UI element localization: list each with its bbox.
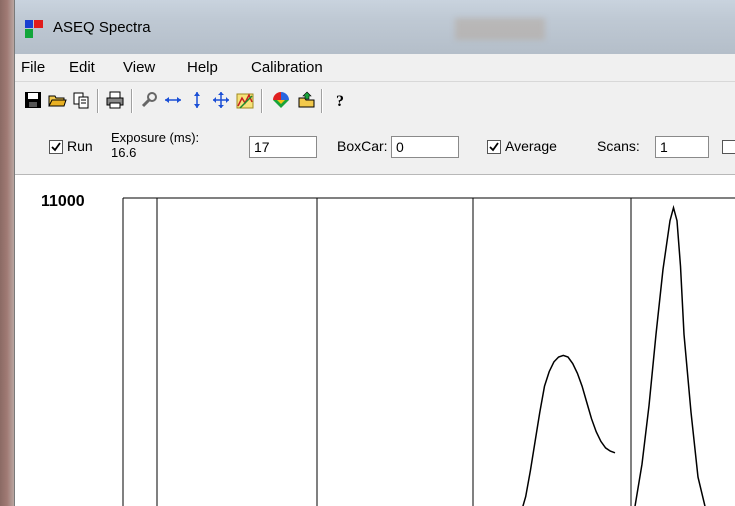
- exposure-label: Exposure (ms):: [111, 130, 200, 145]
- open-folder-icon[interactable]: [47, 90, 67, 110]
- run-label: Run: [67, 138, 93, 154]
- acquisition-controls: Run Exposure (ms): 16.6 BoxCar: Average …: [15, 120, 735, 175]
- folder-open-icon[interactable]: [297, 90, 317, 110]
- copy-icon[interactable]: [71, 90, 91, 110]
- title-bar[interactable]: ASEQ Spectra: [15, 0, 735, 54]
- autoscale-icon[interactable]: [235, 90, 255, 110]
- save-icon[interactable]: [23, 90, 43, 110]
- app-window: ASEQ Spectra File Edit View Help Calibra…: [14, 0, 735, 506]
- spectrum-series-1: [522, 354, 616, 506]
- average-checkbox[interactable]: [487, 140, 501, 154]
- wrench-icon[interactable]: [139, 90, 159, 110]
- run-checkbox[interactable]: [49, 140, 63, 154]
- scans-label: Scans:: [597, 138, 640, 154]
- window-title: ASEQ Spectra: [53, 19, 151, 36]
- app-logo-icon: [25, 20, 43, 38]
- menu-calibration[interactable]: Calibration: [251, 59, 323, 76]
- exposure-input[interactable]: [249, 136, 317, 158]
- pan-icon[interactable]: [211, 90, 231, 110]
- toolbar: ?: [15, 82, 735, 121]
- menu-bar: File Edit View Help Calibration: [15, 54, 735, 82]
- boxcar-input[interactable]: [391, 136, 459, 158]
- zoom-horizontal-icon[interactable]: [163, 90, 183, 110]
- color-picker-icon[interactable]: [271, 90, 291, 110]
- print-icon[interactable]: [105, 90, 125, 110]
- spectrum-chart[interactable]: [15, 175, 735, 506]
- menu-help[interactable]: Help: [187, 59, 218, 76]
- extra-option-checkbox[interactable]: [722, 140, 735, 154]
- toolbar-separator: [261, 89, 263, 113]
- average-label: Average: [505, 138, 557, 154]
- toolbar-separator: [97, 89, 99, 113]
- background-window-title: [455, 18, 545, 40]
- svg-text:?: ?: [336, 93, 344, 110]
- menu-edit[interactable]: Edit: [69, 59, 95, 76]
- menu-file[interactable]: File: [21, 59, 45, 76]
- spectrum-plot[interactable]: 11000: [15, 175, 735, 506]
- zoom-vertical-icon[interactable]: [187, 90, 207, 110]
- spectrum-series-2: [634, 204, 706, 506]
- exposure-readout: 16.6: [111, 145, 137, 160]
- toolbar-separator: [131, 89, 133, 113]
- toolbar-separator: [321, 89, 323, 113]
- desktop-edge: [0, 0, 14, 506]
- scans-input[interactable]: [655, 136, 709, 158]
- help-icon[interactable]: ?: [331, 90, 351, 110]
- menu-view[interactable]: View: [123, 59, 155, 76]
- boxcar-label: BoxCar:: [337, 138, 388, 154]
